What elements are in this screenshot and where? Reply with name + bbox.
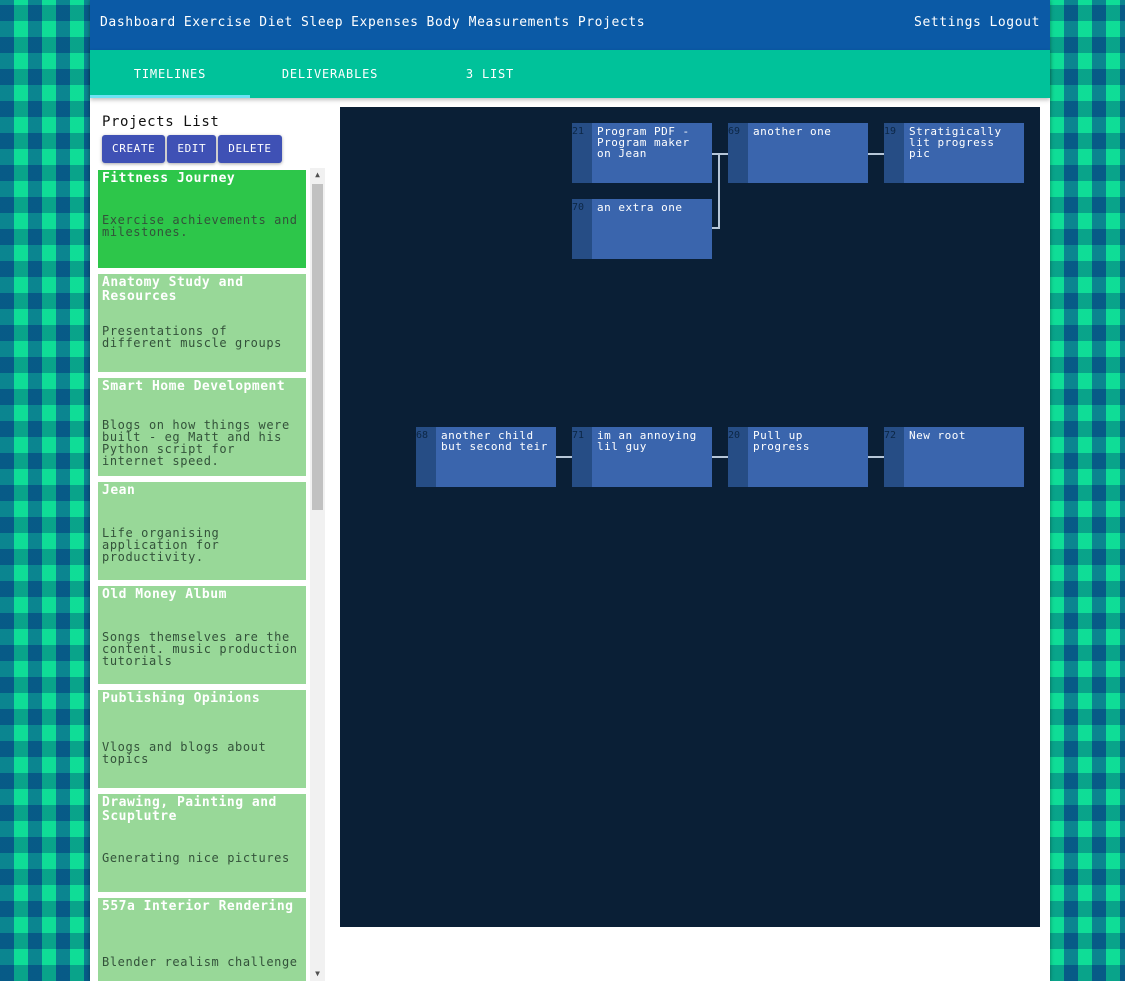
project-title: Old Money Album: [102, 587, 227, 602]
create-button[interactable]: CREATE: [102, 135, 166, 163]
project-description: Songs themselves are the content. music …: [102, 630, 298, 668]
timeline-node[interactable]: 21 Program PDF - Program maker on Jean: [572, 123, 712, 183]
node-label: im an annoying lil guy: [597, 429, 697, 453]
project-card[interactable]: Anatomy Study and Resources Presentation…: [98, 274, 306, 372]
nav-logout[interactable]: Logout: [989, 15, 1040, 30]
connector-line: [718, 153, 720, 229]
node-id: 69: [728, 123, 748, 183]
project-tabs: TIMELINES DELIVERABLES 3 LIST: [90, 50, 1050, 98]
project-description: Generating nice pictures: [102, 851, 290, 865]
node-id: 71: [572, 427, 592, 487]
node-label: Program PDF - Program maker on Jean: [597, 125, 690, 160]
scroll-up-arrow-icon[interactable]: ▲: [310, 168, 325, 182]
node-id: 70: [572, 199, 592, 259]
project-title: Publishing Opinions: [102, 691, 261, 706]
app-frame: Dashboard Exercise Diet Sleep Expenses Body M…: [90, 0, 1050, 981]
timeline-node[interactable]: 68 another child but second teir: [416, 427, 556, 487]
project-card[interactable]: Drawing, Painting and Scuplutre Generati…: [98, 794, 306, 892]
project-actions: CREATE EDIT DELETE: [102, 135, 284, 163]
node-label: an extra one: [597, 201, 683, 214]
node-label: another child but second teir: [441, 429, 548, 453]
edit-button[interactable]: EDIT: [167, 135, 217, 163]
connector-line: [868, 153, 884, 155]
connector-line: [712, 227, 720, 229]
account-nav: Settings Logout: [906, 15, 1040, 30]
node-id: 72: [884, 427, 904, 487]
project-description: Vlogs and blogs about topics: [102, 740, 267, 766]
project-card[interactable]: Publishing Opinions Vlogs and blogs abou…: [98, 690, 306, 788]
project-title: 557a Interior Rendering: [102, 899, 294, 914]
project-card[interactable]: 557a Interior Rendering Blender realism …: [98, 898, 306, 981]
timeline-node[interactable]: 72 New root: [884, 427, 1024, 487]
node-id: 21: [572, 123, 592, 183]
project-title: Jean: [102, 483, 136, 498]
project-card[interactable]: Smart Home Development Blogs on how thin…: [98, 378, 306, 476]
main-nav: Dashboard Exercise Diet Sleep Expenses Body M…: [100, 15, 653, 30]
project-title: Anatomy Study and Resources: [102, 275, 244, 304]
nav-expenses[interactable]: Expenses: [351, 15, 418, 30]
projects-list[interactable]: Fittness Journey Exercise achievements a…: [96, 168, 326, 981]
timeline-node[interactable]: 70 an extra one: [572, 199, 712, 259]
nav-dashboard[interactable]: Dashboard: [100, 15, 176, 30]
delete-button[interactable]: DELETE: [218, 135, 282, 163]
timeline-node[interactable]: 71 im an annoying lil guy: [572, 427, 712, 487]
connector-line: [712, 456, 728, 458]
top-navbar: Dashboard Exercise Diet Sleep Expenses Body M…: [90, 0, 1050, 50]
project-title: Smart Home Development: [102, 379, 286, 394]
scroll-down-arrow-icon[interactable]: ▼: [310, 967, 325, 981]
connector-line: [556, 456, 572, 458]
timeline-node[interactable]: 19 Stratigically lit progress pic: [884, 123, 1024, 183]
scroll-thumb[interactable]: [312, 184, 323, 510]
project-card[interactable]: Old Money Album Songs themselves are the…: [98, 586, 306, 684]
nav-projects[interactable]: Projects: [578, 15, 645, 30]
project-description: Blogs on how things were built - eg Matt…: [102, 418, 290, 468]
timeline-node[interactable]: 69 another one: [728, 123, 868, 183]
nav-body-measurements[interactable]: Body Measurements: [427, 15, 570, 30]
project-description: Presentations of different muscle groups: [102, 324, 282, 350]
node-id: 20: [728, 427, 748, 487]
node-label: Stratigically lit progress pic: [909, 125, 1002, 160]
tab-timelines[interactable]: TIMELINES: [90, 50, 250, 98]
project-description: Blender realism challenge: [102, 955, 298, 969]
node-label: Pull up progress: [753, 429, 810, 453]
connector-line: [868, 456, 884, 458]
nav-diet[interactable]: Diet: [259, 15, 293, 30]
project-description: Life organising application for producti…: [102, 526, 220, 564]
project-card[interactable]: Fittness Journey Exercise achievements a…: [98, 170, 306, 268]
node-label: another one: [753, 125, 832, 138]
nav-sleep[interactable]: Sleep: [301, 15, 343, 30]
timeline-node[interactable]: 20 Pull up progress: [728, 427, 868, 487]
node-label: New root: [909, 429, 966, 442]
tab-deliverables[interactable]: DELIVERABLES: [250, 50, 410, 98]
project-card[interactable]: Jean Life organising application for pro…: [98, 482, 306, 580]
node-id: 19: [884, 123, 904, 183]
node-id: 68: [416, 427, 436, 487]
projects-scrollbar[interactable]: ▲ ▼: [310, 168, 325, 981]
project-title: Drawing, Painting and Scuplutre: [102, 795, 277, 824]
project-title: Fittness Journey: [102, 171, 236, 186]
nav-settings[interactable]: Settings: [914, 15, 981, 30]
nav-exercise[interactable]: Exercise: [184, 15, 251, 30]
timeline-canvas[interactable]: 21 Program PDF - Program maker on Jean 6…: [340, 107, 1040, 927]
projects-list-title: Projects List: [102, 114, 220, 130]
tab-3-list[interactable]: 3 LIST: [410, 50, 570, 98]
connector-line: [720, 153, 728, 155]
project-description: Exercise achievements and milestones.: [102, 213, 298, 239]
